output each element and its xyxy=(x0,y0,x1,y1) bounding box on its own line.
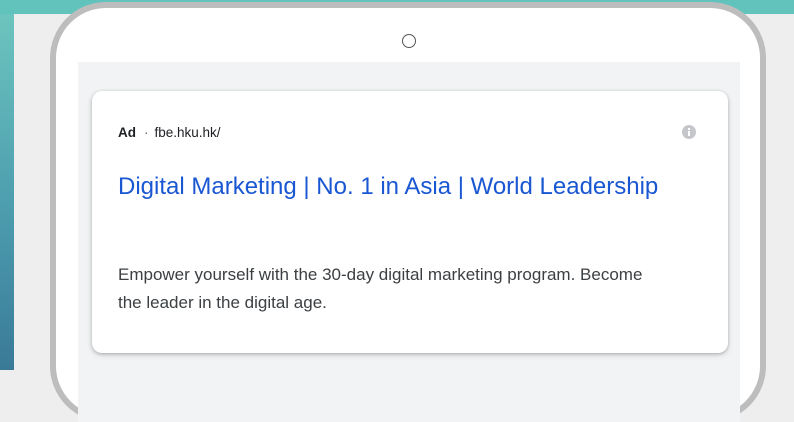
ad-separator: · xyxy=(144,124,149,140)
ad-badge: Ad xyxy=(118,124,136,140)
ad-description: Empower yourself with the 30-day digital… xyxy=(118,265,643,312)
page-background-right xyxy=(764,14,794,370)
ad-display-url[interactable]: fbe.hku.hk/ xyxy=(155,125,221,140)
ad-headline-link[interactable]: Digital Marketing | No. 1 in Asia | Worl… xyxy=(118,169,678,205)
ad-header: Ad · fbe.hku.hk/ xyxy=(118,122,221,142)
camera-icon xyxy=(402,34,416,48)
phone-frame: Ad · fbe.hku.hk/ Digital Marketing | No.… xyxy=(50,2,766,422)
info-icon[interactable] xyxy=(682,125,696,139)
search-ad-card[interactable]: Ad · fbe.hku.hk/ Digital Marketing | No.… xyxy=(92,91,728,353)
phone-screen: Ad · fbe.hku.hk/ Digital Marketing | No.… xyxy=(78,62,740,422)
